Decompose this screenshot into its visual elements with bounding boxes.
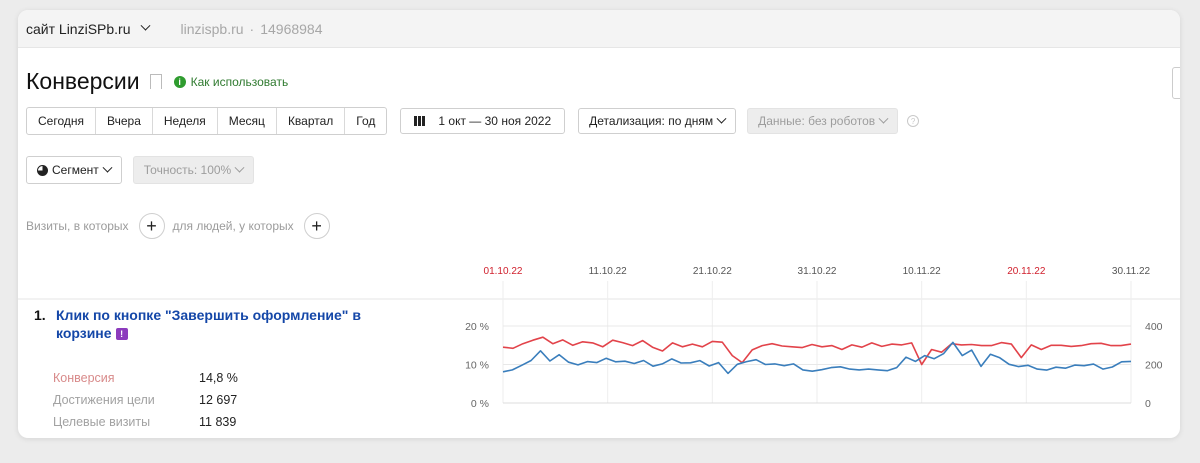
date-tick-label: 20.11.22: [1007, 266, 1046, 277]
date-tick-label: 21.10.22: [693, 266, 732, 277]
goal-title: Клик по кнопке "Завершить оформление" в …: [56, 307, 361, 341]
goal-header: 1. Клик по кнопке "Завершить оформление"…: [34, 306, 386, 342]
date-tick-label: 30.11.22: [1112, 266, 1151, 277]
y-right-tick-label: 0: [1145, 398, 1151, 410]
stat-value: 11 839: [199, 415, 237, 429]
goal-title-link[interactable]: Клик по кнопке "Завершить оформление" в …: [56, 306, 386, 342]
y-left-tick-label: 20 %: [465, 321, 489, 333]
stat-label: Достижения цели: [53, 393, 155, 407]
date-tick-label: 31.10.22: [798, 266, 837, 277]
stat-value: 12 697: [199, 393, 238, 407]
stat-label: Конверсия: [53, 371, 115, 385]
y-left-tick-label: 0 %: [471, 398, 489, 410]
date-tick-label: 01.10.22: [484, 266, 523, 277]
stat-value: 14,8 %: [199, 371, 238, 385]
goal-number: 1.: [34, 307, 46, 323]
stat-row-target-visits: Целевые визиты 11 839: [53, 411, 238, 433]
goal-type-badge-icon: !: [115, 328, 128, 341]
stat-label: Целевые визиты: [53, 415, 151, 429]
date-tick-label: 10.11.22: [903, 266, 942, 277]
y-left-tick-label: 10 %: [465, 360, 489, 372]
goal-stats: Конверсия 14,8 % Достижения цели 12 697 …: [53, 367, 238, 433]
y-right-tick-label: 200: [1145, 360, 1163, 372]
stat-row-conversion: Конверсия 14,8 %: [53, 367, 238, 389]
y-right-tick-label: 400: [1145, 321, 1163, 333]
report-card: сайт LinziSPb.ru linzispb.ru · 14968984 …: [18, 10, 1180, 438]
date-tick-label: 11.10.22: [589, 266, 628, 277]
stat-row-achievements: Достижения цели 12 697: [53, 389, 238, 411]
